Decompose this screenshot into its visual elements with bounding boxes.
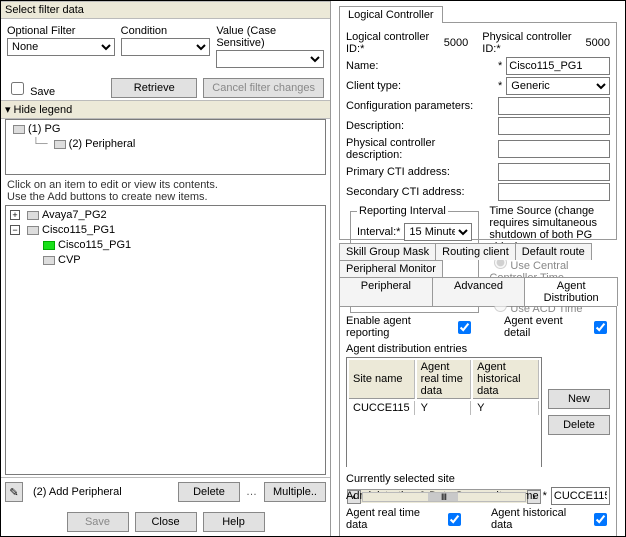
- tree-node-cvp[interactable]: CVP: [58, 254, 81, 266]
- legend-tree: (1) PG └─ (2) Peripheral: [5, 119, 326, 175]
- tab-peripheral[interactable]: Peripheral: [339, 277, 433, 306]
- tab-peripheral-monitor[interactable]: Peripheral Monitor: [339, 260, 443, 277]
- enable-agent-reporting-label: Enable agent reporting: [346, 315, 450, 339]
- cell-site: CUCCE115: [349, 401, 415, 415]
- optional-filter-label: Optional Filter: [7, 25, 115, 37]
- delete-button[interactable]: Delete: [178, 482, 240, 502]
- logical-controller-panel: Logical controller ID:* 5000 Physical co…: [339, 22, 617, 240]
- cell-rt: Y: [417, 401, 471, 415]
- physical-id-label: Physical controller ID:*: [482, 31, 581, 55]
- col-agent-hist[interactable]: Agent historical data: [473, 360, 539, 399]
- add-peripheral-label: (2) Add Peripheral: [29, 486, 172, 498]
- agent-rt-checkbox[interactable]: [448, 513, 461, 526]
- collapse-node-icon[interactable]: −: [10, 225, 20, 235]
- tab-logical-controller[interactable]: Logical Controller: [339, 6, 443, 23]
- description-input[interactable]: [498, 117, 610, 135]
- tab-skill-group-mask[interactable]: Skill Group Mask: [339, 243, 436, 260]
- multiple-button[interactable]: Multiple..: [264, 482, 326, 502]
- expand-icon[interactable]: +: [10, 210, 20, 220]
- table-row[interactable]: CUCCE115 Y Y: [349, 401, 539, 415]
- primary-cti-input[interactable]: [498, 163, 610, 181]
- save-checkbox-label: Save: [30, 86, 55, 98]
- value-label: Value (Case Sensitive): [216, 25, 324, 49]
- admin-site-input[interactable]: [551, 487, 610, 505]
- new-button[interactable]: New: [548, 389, 610, 409]
- agent-distribution-panel: Enable agent reporting Agent event detai…: [339, 306, 617, 536]
- phys-desc-label: Physical controller description:: [346, 137, 494, 161]
- agent-event-detail-label: Agent event detail: [504, 315, 586, 339]
- enable-agent-reporting-checkbox[interactable]: [458, 321, 471, 334]
- condition-select[interactable]: [121, 38, 211, 56]
- optional-filter-select[interactable]: None: [7, 38, 115, 56]
- secondary-cti-label: Secondary CTI address:: [346, 186, 494, 198]
- logical-id-value: 5000: [444, 37, 475, 49]
- save-button[interactable]: Save: [67, 512, 129, 532]
- cell-hist: Y: [473, 401, 539, 415]
- tab-advanced[interactable]: Advanced: [432, 277, 526, 306]
- condition-label: Condition: [121, 25, 211, 37]
- pg-icon: [13, 125, 25, 134]
- agent-event-detail-checkbox[interactable]: [594, 321, 607, 334]
- interval-label: Interval:*: [357, 226, 400, 238]
- config-params-input[interactable]: [498, 97, 610, 115]
- agent-hist-label: Agent historical data: [491, 507, 586, 531]
- legend-item-1: (1) PG: [28, 123, 60, 135]
- interval-select[interactable]: 15 Minute: [404, 223, 472, 241]
- physical-id-value: 5000: [586, 37, 610, 49]
- description-label: Description:: [346, 120, 494, 132]
- tree-node-avaya[interactable]: Avaya7_PG2: [42, 209, 107, 221]
- select-filter-title: Select filter data: [1, 1, 330, 19]
- peripheral-icon: [54, 140, 66, 149]
- agent-rt-label: Agent real time data: [346, 507, 440, 531]
- instruction-1: Click on an item to edit or view its con…: [7, 179, 324, 191]
- logical-id-label: Logical controller ID:*: [346, 31, 440, 55]
- phys-desc-input[interactable]: [498, 140, 610, 158]
- hide-legend-label: Hide legend: [14, 104, 73, 116]
- agent-hist-checkbox[interactable]: [594, 513, 607, 526]
- add-peripheral-button[interactable]: ✎: [5, 482, 23, 502]
- name-input[interactable]: [506, 57, 610, 75]
- pg-node-icon: [27, 211, 39, 220]
- agent-dist-table[interactable]: Site name Agent real time data Agent his…: [346, 357, 542, 467]
- tab-default-route[interactable]: Default route: [515, 243, 592, 260]
- save-checkbox[interactable]: [11, 82, 24, 95]
- col-site-name[interactable]: Site name: [349, 360, 415, 399]
- pg-node-icon: [27, 226, 39, 235]
- horizontal-scrollbar[interactable]: ‹ Ⅲ ›: [347, 489, 541, 503]
- delete-entry-button[interactable]: Delete: [548, 415, 610, 435]
- dots-separator: …: [246, 486, 258, 498]
- legend-item-2: (2) Peripheral: [69, 138, 136, 150]
- reporting-interval-legend: Reporting Interval: [357, 205, 448, 217]
- primary-cti-label: Primary CTI address:: [346, 166, 494, 178]
- cancel-filter-button[interactable]: Cancel filter changes: [203, 78, 324, 98]
- client-type-select[interactable]: Generic: [506, 77, 610, 95]
- tab-agent-distribution[interactable]: Agent Distribution: [524, 277, 618, 306]
- collapse-icon[interactable]: ▾: [5, 103, 11, 116]
- col-agent-rt[interactable]: Agent real time data: [417, 360, 471, 399]
- client-type-label: Client type:: [346, 80, 494, 92]
- tab-routing-client[interactable]: Routing client: [435, 243, 516, 260]
- tree-node-cisco-periph[interactable]: Cisco115_PG1: [58, 239, 131, 251]
- close-button[interactable]: Close: [135, 512, 197, 532]
- secondary-cti-input[interactable]: [498, 183, 610, 201]
- config-params-label: Configuration parameters:: [346, 100, 494, 112]
- help-button[interactable]: Help: [203, 512, 265, 532]
- retrieve-button[interactable]: Retrieve: [111, 78, 197, 98]
- agent-dist-entries-label: Agent distribution entries: [346, 343, 610, 355]
- name-label: Name:: [346, 60, 494, 72]
- instruction-2: Use the Add buttons to create new items.: [7, 191, 324, 203]
- value-select[interactable]: [216, 50, 324, 68]
- main-tree[interactable]: + Avaya7_PG2 − Cisco115_PG1 Cisco115_PG1 C…: [5, 205, 326, 475]
- peripheral-node-icon: [43, 241, 55, 250]
- tree-node-cisco-pg[interactable]: Cisco115_PG1: [42, 224, 115, 236]
- peripheral-node-icon: [43, 256, 55, 265]
